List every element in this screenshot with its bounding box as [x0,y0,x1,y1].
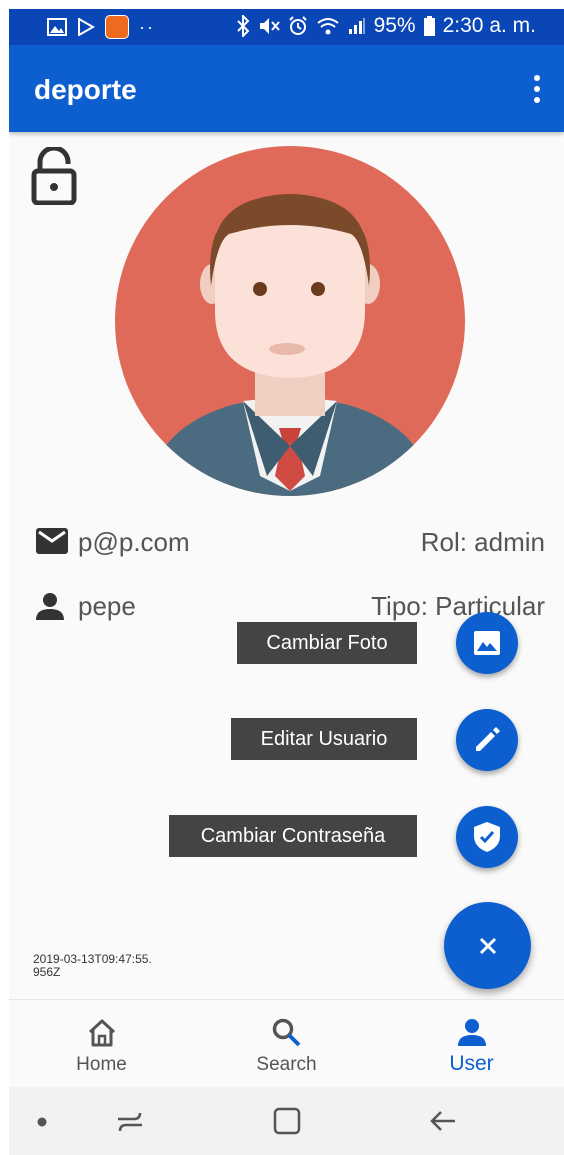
recents-icon[interactable] [116,1109,144,1135]
app-frame: ·· 95% 2:30 a. m. deporte p@p.com Rol: a… [9,9,564,1155]
home-icon [88,1019,115,1047]
change-photo-label[interactable]: Cambiar Foto [237,622,417,664]
mute-icon [259,18,280,34]
battery-percent: 95% [373,14,416,37]
back-icon[interactable] [429,1109,457,1133]
shield-check-icon [474,822,500,852]
more-notifications-icon: ·· [139,16,155,37]
search-icon [272,1018,300,1047]
close-icon [479,937,496,954]
bluetooth-icon [236,15,249,37]
app-title: deporte [34,74,137,105]
nav-search[interactable]: Search [194,1000,379,1088]
email-text: p@p.com [78,527,190,557]
home-square-icon[interactable] [273,1107,301,1135]
username-text: pepe [78,591,136,621]
change-password-button[interactable] [456,806,518,868]
status-bar: ·· 95% 2:30 a. m. [9,9,564,45]
edit-user-button[interactable] [456,709,518,771]
dot-icon[interactable] [37,1117,47,1127]
role-text: Rol: admin [420,527,545,557]
nav-home-label: Home [76,1054,127,1075]
edit-icon [476,727,500,751]
change-password-label[interactable]: Cambiar Contraseña [169,815,417,857]
more-vert-icon[interactable] [532,75,542,103]
app-bar: deporte [9,45,564,132]
person-icon [457,1019,486,1046]
nav-user-label: User [449,1052,494,1075]
timestamp: 2019-03-13T09:47:55.956Z [33,952,152,979]
wifi-icon [316,18,339,35]
type-text: Tipo: Particular [371,591,545,621]
play-store-icon [78,18,95,36]
email-row: p@p.com Rol: admin [9,521,564,561]
bottom-navigation: Home Search User [9,999,564,1088]
close-fab-button[interactable] [444,902,531,989]
battery-icon [423,16,435,36]
mail-icon [36,528,68,554]
alarm-icon [288,16,307,35]
nav-user[interactable]: User [379,1000,564,1088]
change-photo-button[interactable] [456,612,518,674]
lock-open-icon[interactable] [31,147,77,205]
image-icon [474,631,500,655]
gallery-icon [47,18,67,36]
system-navigation [9,1087,564,1155]
person-icon [36,593,64,620]
nav-home[interactable]: Home [9,1000,194,1088]
signal-icon [348,18,365,34]
app-notification-icon [105,15,129,39]
clock: 2:30 a. m. [442,14,536,37]
edit-user-label[interactable]: Editar Usuario [231,718,417,760]
avatar[interactable] [115,146,465,496]
nav-search-label: Search [256,1054,317,1075]
